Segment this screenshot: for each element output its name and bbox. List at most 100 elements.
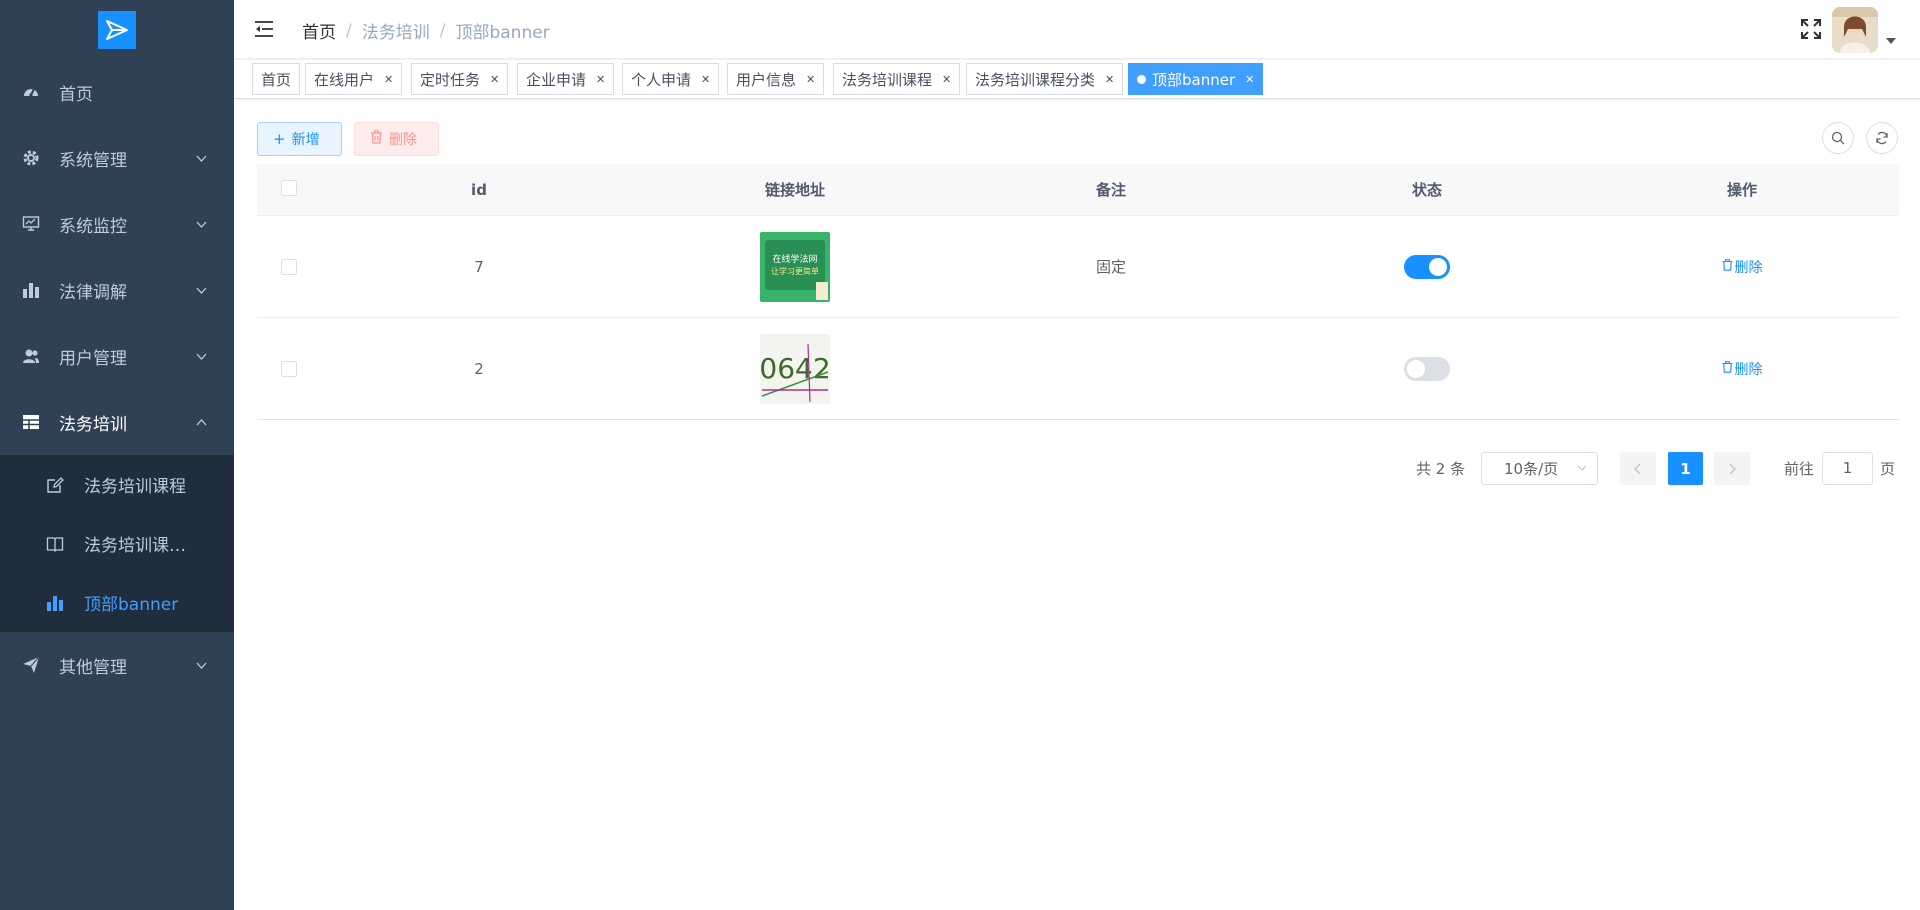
- close-icon[interactable]: ✕: [1105, 73, 1114, 86]
- tag-scheduled-tasks[interactable]: 定时任务 ✕: [411, 63, 509, 95]
- breadcrumb-item-legal-training: 法务培训: [361, 23, 430, 43]
- tag-training-categories[interactable]: 法务培训课程分类 ✕: [966, 63, 1124, 95]
- dashboard-icon: [22, 83, 40, 101]
- chevron-down-icon: [196, 155, 207, 162]
- chevron-left-icon: [1634, 463, 1641, 474]
- column-header-link: 链接地址: [764, 181, 825, 199]
- fullscreen-icon[interactable]: [1800, 18, 1822, 40]
- id-cell: 2: [474, 359, 484, 378]
- tag-enterprise-applications[interactable]: 企业申请 ✕: [517, 63, 615, 95]
- sidebar: 首页 系统管理 系统监控 法律调解 用户管理 法务培训 法务培训课程 法务培训课…: [0, 0, 234, 910]
- paper-plane-logo-icon[interactable]: [98, 10, 136, 49]
- page-size-select[interactable]: 10条/页: [1481, 452, 1598, 485]
- next-page-button[interactable]: [1714, 452, 1750, 485]
- close-icon[interactable]: ✕: [1245, 73, 1254, 86]
- sidebar-item-other-management[interactable]: 其他管理: [0, 632, 234, 698]
- close-icon[interactable]: ✕: [701, 73, 710, 86]
- banner-table: id 链接地址 备注 状态 操作 7 在线学法网 让学习更简单 固定 删除 2 …: [257, 164, 1899, 420]
- breadcrumb-item-home[interactable]: 首页: [302, 18, 336, 43]
- sidebar-item-label: 法务培训: [59, 414, 127, 435]
- chevron-down-icon: [196, 287, 207, 294]
- monitor-icon: [22, 215, 40, 233]
- captcha-text: 0642: [760, 352, 830, 385]
- thumb-text-line-1: 在线学法网: [772, 253, 817, 265]
- sidebar-item-legal-mediation[interactable]: 法律调解: [0, 257, 234, 323]
- sidebar-item-legal-training[interactable]: 法务培训: [0, 389, 234, 455]
- status-toggle[interactable]: [1404, 356, 1450, 381]
- sidebar-item-home[interactable]: 首页: [0, 59, 234, 125]
- tag-home[interactable]: 首页: [252, 63, 301, 95]
- tag-personal-applications[interactable]: 个人申请 ✕: [622, 63, 720, 95]
- tag-label: 在线用户: [314, 70, 375, 89]
- page-number-current[interactable]: 1: [1668, 452, 1703, 485]
- user-dropdown-caret-icon[interactable]: [1886, 38, 1896, 44]
- sidebar-item-system-monitor[interactable]: 系统监控: [0, 191, 234, 257]
- tag-user-info[interactable]: 用户信息 ✕: [727, 63, 825, 95]
- sidebar-item-label: 其他管理: [59, 657, 127, 678]
- column-header-remark: 备注: [1095, 181, 1126, 199]
- close-icon[interactable]: ✕: [490, 73, 499, 86]
- tag-label: 个人申请: [631, 70, 692, 89]
- close-icon[interactable]: ✕: [384, 73, 393, 86]
- sidebar-subitem-training-categories[interactable]: 法务培训课…: [0, 514, 234, 573]
- gear-icon: [22, 149, 40, 167]
- tag-label: 用户信息: [736, 70, 797, 89]
- page-size-value: 10条/页: [1504, 460, 1559, 478]
- delete-button[interactable]: 删除: [354, 122, 439, 156]
- plus-icon: +: [273, 130, 286, 148]
- chevron-down-icon: [1577, 465, 1587, 471]
- delete-button-label: 删除: [389, 132, 417, 148]
- chevron-down-icon: [196, 353, 207, 360]
- sidebar-item-label: 系统管理: [59, 150, 127, 171]
- tag-online-users[interactable]: 在线用户 ✕: [305, 63, 403, 95]
- sidebar-item-label: 用户管理: [59, 348, 127, 369]
- row-delete-label: 删除: [1734, 259, 1763, 276]
- tags-view: 首页 在线用户 ✕ 定时任务 ✕ 企业申请 ✕ 个人申请 ✕ 用户信息 ✕ 法务培训课程 ✕…: [234, 60, 1920, 99]
- refresh-button[interactable]: [1866, 122, 1898, 154]
- active-dot-icon: [1137, 74, 1146, 84]
- select-all-checkbox[interactable]: [281, 179, 297, 196]
- hamburger-menu-icon[interactable]: [254, 19, 274, 39]
- row-delete-link[interactable]: 删除: [1722, 359, 1763, 379]
- remark-cell: 固定: [1095, 258, 1126, 276]
- top-navbar: 首页 / 法务培训 / 顶部banner: [234, 0, 1920, 59]
- tag-label: 法务培训课程分类: [975, 70, 1096, 89]
- row-delete-link[interactable]: 删除: [1722, 257, 1763, 277]
- row-select-cell: [257, 258, 321, 275]
- row-checkbox[interactable]: [281, 360, 297, 377]
- sidebar-subitem-top-banner[interactable]: 顶部banner: [0, 573, 234, 632]
- close-icon[interactable]: ✕: [596, 73, 605, 86]
- tag-training-courses[interactable]: 法务培训课程 ✕: [833, 63, 961, 95]
- sidebar-item-system-management[interactable]: 系统管理: [0, 125, 234, 191]
- actions-cell: 删除: [1585, 359, 1899, 379]
- chevron-up-icon: [196, 419, 207, 426]
- sidebar-item-user-management[interactable]: 用户管理: [0, 323, 234, 389]
- toggle-knob: [1407, 359, 1425, 378]
- status-toggle[interactable]: [1404, 254, 1450, 279]
- row-checkbox[interactable]: [281, 258, 297, 275]
- table-row: 2 0642 删除: [257, 318, 1899, 420]
- avatar[interactable]: [1832, 7, 1878, 53]
- close-icon[interactable]: ✕: [942, 73, 951, 86]
- prev-page-button[interactable]: [1620, 452, 1656, 485]
- add-button[interactable]: + 新增: [257, 122, 342, 156]
- chevron-down-icon: [196, 662, 207, 669]
- add-button-label: 新增: [291, 132, 320, 148]
- close-icon[interactable]: ✕: [806, 73, 815, 86]
- row-select-cell: [257, 360, 321, 377]
- trash-icon: [1722, 361, 1733, 376]
- tag-label: 顶部banner: [1152, 70, 1236, 89]
- tag-top-banner[interactable]: 顶部banner ✕: [1128, 63, 1264, 95]
- column-header-id: id: [471, 180, 487, 199]
- goto-page-input[interactable]: 1: [1822, 452, 1873, 485]
- sidebar-subitem-training-courses[interactable]: 法务培训课程: [0, 455, 234, 514]
- captcha-thumbnail-image[interactable]: 0642: [760, 333, 830, 404]
- table-row: 7 在线学法网 让学习更简单 固定 删除: [257, 216, 1899, 318]
- breadcrumb-item-current: 顶部banner: [455, 23, 550, 43]
- refresh-icon: [1876, 131, 1888, 145]
- status-cell: [1269, 356, 1585, 381]
- link-cell: 在线学法网 让学习更简单: [637, 231, 953, 302]
- banner-thumbnail-image[interactable]: 在线学法网 让学习更简单: [760, 231, 830, 302]
- search-toggle-button[interactable]: [1822, 122, 1854, 154]
- toggle-knob: [1429, 257, 1447, 276]
